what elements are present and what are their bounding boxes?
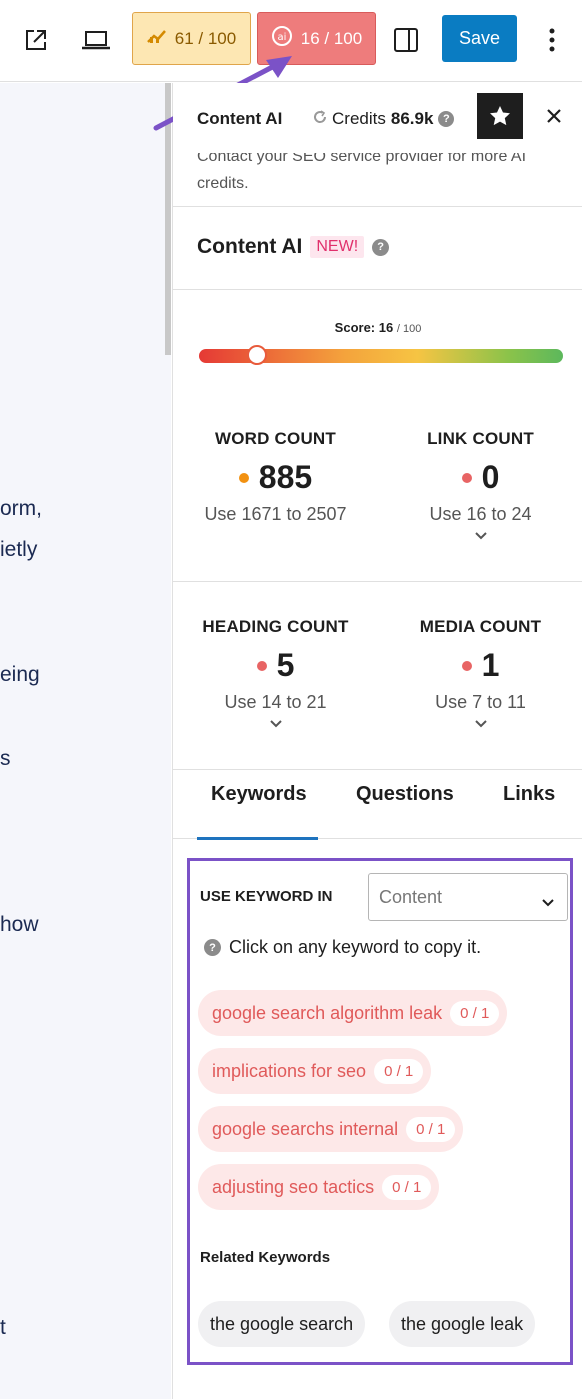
status-dot	[461, 660, 472, 671]
keyword-count: 0 / 1	[450, 1000, 500, 1026]
close-icon[interactable]	[541, 103, 567, 129]
stat-value: 5	[276, 647, 295, 683]
divider	[173, 581, 582, 582]
score-label-text: Score:	[334, 320, 376, 335]
stat-value: 885	[258, 459, 313, 495]
status-dot	[256, 660, 267, 671]
panel-header: Content AI Credits 86.9k ?	[173, 83, 582, 153]
keyword-text: adjusting seo tactics	[212, 1176, 375, 1197]
ai-icon: ai	[271, 25, 293, 52]
laptop-preview-icon[interactable]	[76, 20, 116, 60]
content-ai-section-title: Content AI NEW! ?	[197, 235, 390, 259]
stat-label: HEADING COUNT	[202, 617, 349, 636]
keyword-count: 0 / 1	[382, 1174, 432, 1200]
heading-count-stat: HEADING COUNT 5 Use 14 to 21	[173, 617, 378, 735]
stat-value: 0	[481, 459, 500, 495]
editor-text-fragment[interactable]: how	[0, 913, 39, 937]
help-icon[interactable]: ?	[372, 238, 390, 256]
keyword-chip[interactable]: adjusting seo tactics 0 / 1	[198, 1164, 440, 1210]
star-icon[interactable]	[477, 93, 523, 139]
stat-value: 1	[481, 647, 500, 683]
select-value: Content	[379, 887, 443, 907]
refresh-icon[interactable]	[313, 109, 327, 129]
new-badge: NEW!	[310, 236, 365, 258]
stat-label: LINK COUNT	[427, 429, 534, 448]
tab-questions[interactable]: Questions	[356, 783, 454, 806]
editor-canvas[interactable]: orm, ietly eing s how t	[0, 83, 171, 1399]
keyword-count: 0 / 1	[406, 1116, 456, 1142]
editor-text-fragment[interactable]: ietly	[0, 538, 37, 562]
keyword-chip[interactable]: implications for seo 0 / 1	[198, 1048, 432, 1094]
chevron-down-icon[interactable]	[378, 531, 582, 547]
related-keyword-chip[interactable]: the google leak	[389, 1301, 536, 1347]
editor-text-fragment[interactable]: s	[0, 747, 11, 771]
chevron-down-icon	[541, 892, 555, 913]
chevron-down-icon[interactable]	[378, 719, 582, 735]
keyword-count: 0 / 1	[374, 1058, 424, 1084]
credits-value: 86.9k	[390, 109, 434, 128]
status-dot	[461, 472, 472, 483]
stat-label: MEDIA COUNT	[419, 617, 542, 636]
related-keywords-title: Related Keywords	[200, 1249, 331, 1266]
rank-chart-icon	[146, 28, 167, 49]
rank-math-score-button[interactable]: 61 / 100	[132, 12, 251, 65]
editor-scrollbar[interactable]	[165, 83, 171, 355]
related-keyword-chip[interactable]: the google search	[198, 1301, 366, 1347]
active-tab-indicator	[197, 837, 318, 840]
media-count-stat: MEDIA COUNT 1 Use 7 to 11	[378, 617, 582, 735]
content-ai-score-button[interactable]: ai 16 / 100	[257, 12, 376, 65]
stat-hint: Use 16 to 24	[429, 504, 532, 524]
copy-hint: ? Click on any keyword to copy it.	[204, 937, 481, 958]
external-link-icon[interactable]	[16, 20, 56, 60]
ai-score-value: 16 / 100	[300, 28, 363, 48]
credits-label: Credits	[332, 109, 386, 128]
score-gradient-bar	[199, 345, 563, 365]
keyword-text: google searchs internal	[212, 1118, 399, 1139]
chevron-down-icon[interactable]	[173, 719, 378, 735]
help-icon: ?	[204, 939, 221, 956]
stat-hint: Use 1671 to 2507	[204, 504, 347, 524]
keyword-text: google search algorithm leak	[212, 1002, 443, 1023]
score-max: / 100	[396, 323, 422, 335]
score-indicator	[247, 345, 268, 365]
editor-text-fragment[interactable]: eing	[0, 663, 40, 687]
more-options-icon[interactable]	[532, 20, 572, 60]
help-icon[interactable]: ?	[438, 111, 455, 127]
score-label: Score: 16 / 100	[173, 320, 582, 335]
keywords-section: USE KEYWORD IN Content ? Click on any ke…	[187, 858, 573, 1365]
panel-title: Content AI	[197, 109, 283, 128]
status-dot	[238, 472, 249, 483]
keyword-location-select[interactable]: Content	[368, 873, 568, 921]
stat-hint: Use 14 to 21	[224, 692, 327, 712]
save-button[interactable]: Save	[442, 15, 517, 62]
divider	[173, 289, 582, 290]
word-count-stat: WORD COUNT 885 Use 1671 to 2507	[173, 429, 378, 525]
stat-hint: Use 7 to 11	[435, 692, 526, 712]
keyword-chip[interactable]: google searchs internal 0 / 1	[198, 1106, 464, 1152]
sidebar-toggle-icon[interactable]	[386, 20, 426, 60]
copy-hint-text: Click on any keyword to copy it.	[229, 937, 482, 957]
credits-display: Credits 86.9k ?	[313, 109, 455, 129]
notice-line: credits.	[197, 175, 249, 192]
rank-score-value: 61 / 100	[174, 28, 237, 48]
use-keyword-in-label: USE KEYWORD IN	[200, 888, 333, 905]
editor-text-fragment[interactable]: t	[0, 1316, 6, 1340]
tab-links[interactable]: Links	[503, 783, 555, 806]
top-toolbar: 61 / 100 ai 16 / 100 Save	[0, 0, 582, 82]
link-count-stat: LINK COUNT 0 Use 16 to 24	[378, 429, 582, 547]
stat-label: WORD COUNT	[215, 429, 336, 448]
score-value: 16	[378, 320, 394, 335]
keyword-chip[interactable]: google search algorithm leak 0 / 1	[198, 990, 508, 1036]
keyword-text: implications for seo	[212, 1060, 367, 1081]
svg-text:ai: ai	[277, 32, 286, 43]
editor-text-fragment[interactable]: orm,	[0, 497, 42, 521]
content-ai-tabs: Keywords Questions Links	[173, 769, 582, 840]
tab-keywords[interactable]: Keywords	[211, 783, 307, 806]
section-title-text: Content AI	[197, 235, 303, 258]
content-ai-panel: Contact your SEO service provider for mo…	[172, 83, 582, 1399]
